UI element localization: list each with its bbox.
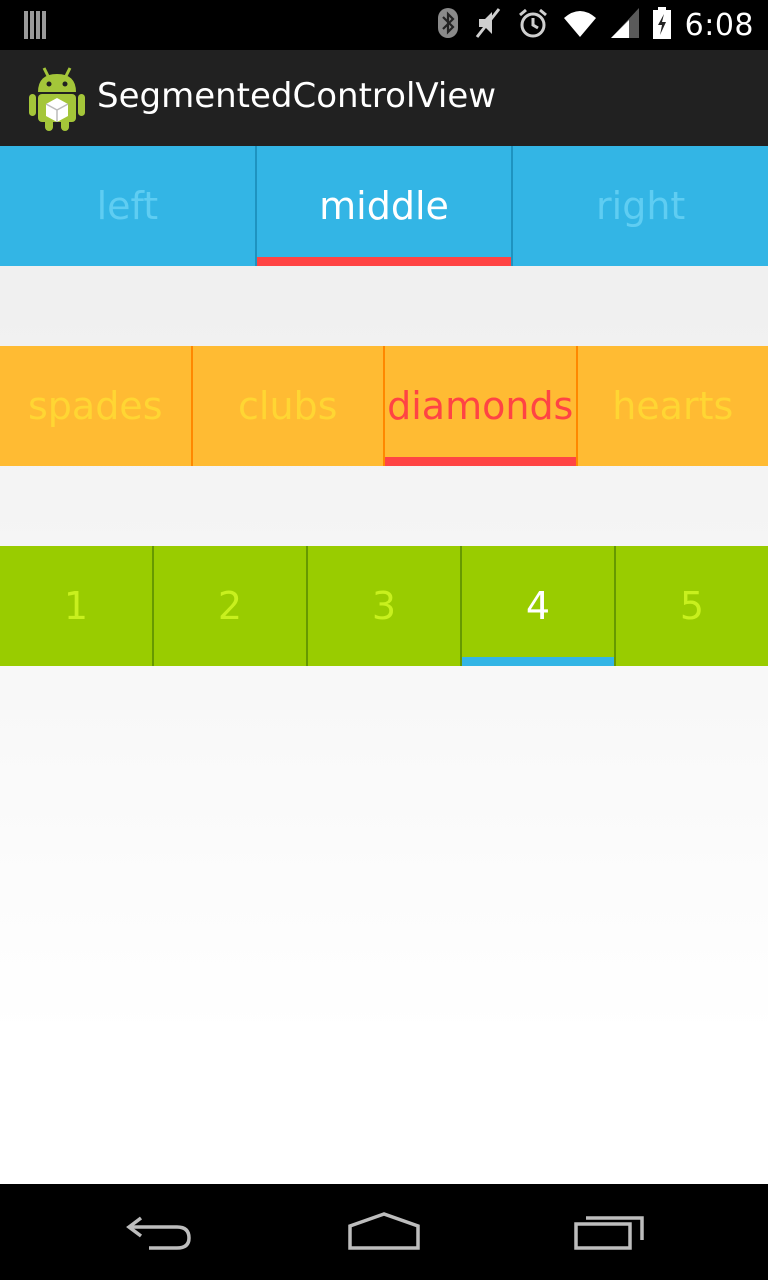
segment-label: hearts [612,384,734,428]
segmented-control-green: 1 2 3 4 5 [0,546,768,666]
segment-clubs[interactable]: clubs [190,346,384,466]
navigation-bar [0,1184,768,1280]
segment-left[interactable]: left [0,146,255,266]
segment-label: 1 [63,584,89,628]
segment-label: 3 [371,584,397,628]
segment-middle[interactable]: middle [254,146,512,266]
status-bar: 6:08 [0,0,768,50]
status-time: 6:08 [684,7,754,43]
action-bar: SegmentedControlView [0,50,768,146]
segment-right[interactable]: right [511,146,768,266]
bluetooth-icon [437,7,459,43]
segment-label: right [596,184,686,228]
wifi-icon [563,9,597,41]
segmented-control-orange: spades clubs diamonds hearts [0,346,768,466]
segment-label: 2 [217,584,243,628]
segment-hearts[interactable]: hearts [575,346,768,466]
segment-4[interactable]: 4 [460,546,614,666]
segment-diamonds[interactable]: diamonds [383,346,576,466]
signal-icon [610,8,639,42]
segment-3[interactable]: 3 [306,546,460,666]
segment-1[interactable]: 1 [0,546,152,666]
android-app-icon[interactable] [26,64,88,132]
segment-label: 5 [679,584,705,628]
battery-icon [652,7,671,43]
segment-5[interactable]: 5 [614,546,768,666]
segment-2[interactable]: 2 [152,546,306,666]
segmented-control-blue: left middle right [0,146,768,266]
alarm-icon [517,7,549,43]
segment-label: left [96,184,159,228]
selection-indicator [385,457,576,466]
selection-indicator [462,657,614,666]
segment-label: spades [27,384,163,428]
back-icon[interactable] [115,1202,205,1262]
segment-label: clubs [238,384,338,428]
segment-label: diamonds [387,384,574,428]
mute-icon [473,7,503,43]
recent-apps-icon[interactable] [565,1202,655,1262]
home-icon[interactable] [339,1202,429,1262]
segment-label: middle [319,184,449,228]
segment-label: 4 [525,584,551,628]
notification-bars-icon [24,11,48,43]
segment-spades[interactable]: spades [0,346,191,466]
selection-indicator [256,257,512,266]
app-title: SegmentedControlView [97,76,497,116]
